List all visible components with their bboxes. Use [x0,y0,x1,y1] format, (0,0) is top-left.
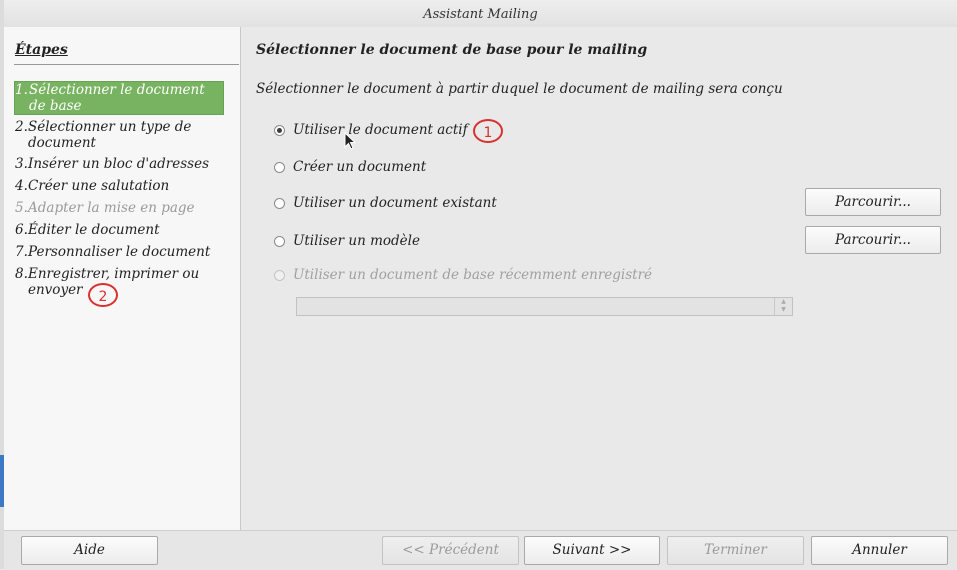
finish-button: Terminer [667,536,804,565]
annotation-badge-2: 2 [88,283,118,307]
radio-button[interactable] [274,124,285,136]
option-create-document[interactable]: Créer un document [274,159,426,175]
option-use-recent-document: Utiliser un document de base récemment e… [274,267,652,283]
annotation-badge-1: 1 [473,119,503,143]
step-label: Sélectionner un type de document [28,119,192,151]
steps-divider [14,64,239,65]
browse-existing-button[interactable]: Parcourir... [805,188,941,216]
recent-documents-dropdown: ▲ ▼ [296,297,793,316]
step-select-document-type[interactable]: 2. Sélectionner un type de document [15,119,220,151]
spin-arrows-icon: ▲ ▼ [774,298,792,315]
option-label: Utiliser un document existant [293,195,497,211]
step-number: 7. [15,244,28,260]
step-insert-address-block[interactable]: 3. Insérer un bloc d'adresses [15,156,220,172]
title-bar[interactable]: Assistant Mailing [4,0,957,28]
next-button[interactable]: Suivant >> [524,536,660,565]
option-label: Utiliser un document de base récemment e… [293,267,653,283]
page-title: Sélectionner le document de base pour le… [256,42,648,58]
footer-bar: Aide << Précédent Suivant >> Terminer An… [4,530,957,570]
step-select-base-document[interactable]: 1. Sélectionner le document de base [14,81,224,115]
steps-sidebar: Étapes 1. Sélectionner le document de ba… [4,27,241,530]
step-label: Éditer le document [28,222,160,238]
step-label: Créer une salutation [28,178,170,194]
option-use-active-document[interactable]: Utiliser le document actif [274,122,468,138]
help-button[interactable]: Aide [21,536,158,565]
cancel-button[interactable]: Annuler [811,536,948,565]
page-subtitle: Sélectionner le document à partir duquel… [256,81,783,97]
browse-template-button[interactable]: Parcourir... [805,226,941,254]
option-use-existing-document[interactable]: Utiliser un document existant [274,195,497,211]
radio-button [274,269,285,281]
step-number: 3. [15,156,28,172]
step-label: Sélectionner le document de base [29,82,205,114]
step-label: Insérer un bloc d'adresses [28,156,210,172]
option-use-template[interactable]: Utiliser un modèle [274,233,420,249]
step-number: 6. [15,222,28,238]
step-personalize-document[interactable]: 7. Personnaliser le document [15,244,220,260]
step-label: Personnaliser le document [28,244,211,260]
option-label: Créer un document [293,159,427,175]
option-label: Utiliser un modèle [293,233,420,249]
step-label: Enregistrer, imprimer ou envoyer [28,266,200,298]
step-create-salutation[interactable]: 4. Créer une salutation [15,178,220,194]
step-adjust-layout: 5. Adapter la mise en page [15,200,220,216]
step-number: 5. [15,200,28,216]
window-title: Assistant Mailing [423,7,538,22]
radio-button[interactable] [274,235,285,247]
step-number: 1. [15,82,28,98]
option-label: Utiliser le document actif [293,122,468,138]
mouse-cursor-icon [344,132,357,150]
step-number: 8. [15,266,28,282]
radio-button[interactable] [274,161,285,173]
radio-button[interactable] [274,197,285,209]
previous-button: << Précédent [382,536,519,565]
step-number: 2. [15,119,28,135]
step-label: Adapter la mise en page [28,200,195,216]
main-panel: Sélectionner le document de base pour le… [241,27,957,530]
steps-heading: Étapes [15,42,68,58]
step-number: 4. [15,178,28,194]
step-edit-document[interactable]: 6. Éditer le document [15,222,220,238]
